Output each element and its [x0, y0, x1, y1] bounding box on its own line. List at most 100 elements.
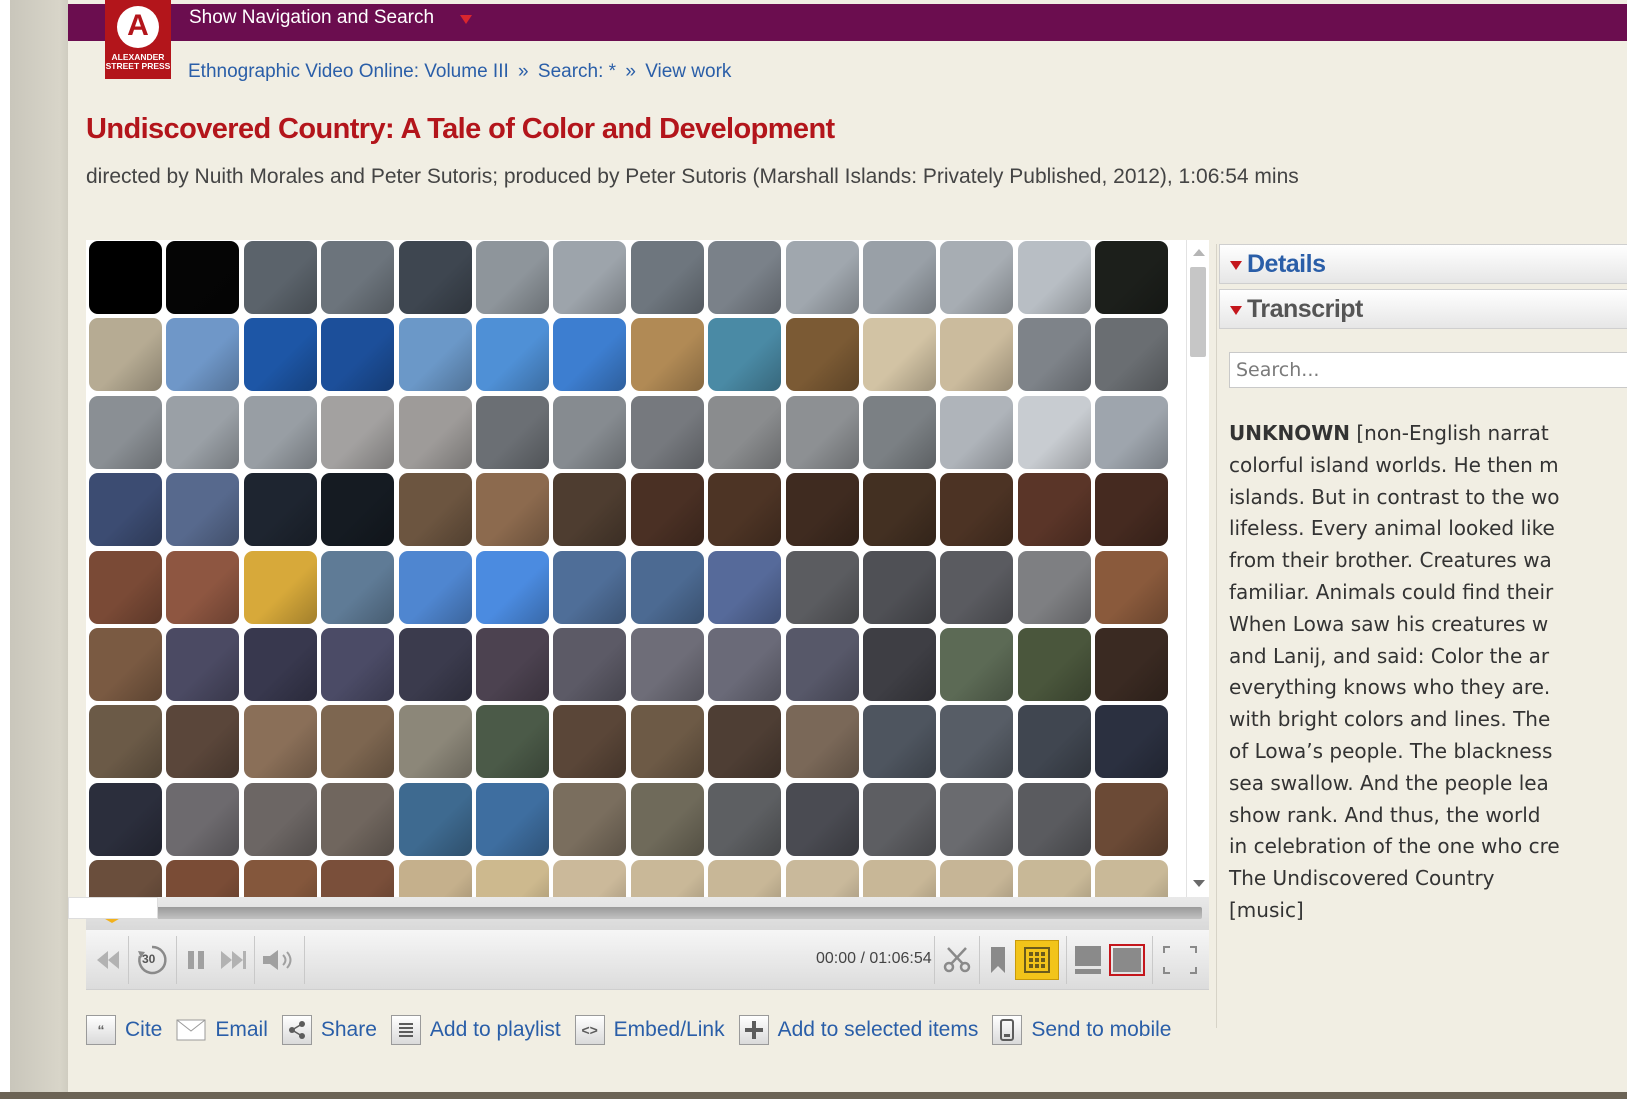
video-frame-thumbnail[interactable] — [708, 318, 782, 392]
transcript-text[interactable]: UNKNOWN [non-English narrat colorful isl… — [1229, 418, 1627, 927]
video-frame-thumbnail[interactable] — [321, 860, 395, 897]
breadcrumb-search-link[interactable]: Search: * — [538, 61, 616, 82]
video-frame-thumbnail[interactable] — [321, 705, 395, 779]
video-frame-thumbnail[interactable] — [475, 395, 549, 469]
video-frame-thumbnail[interactable] — [1017, 782, 1091, 856]
video-frame-thumbnail[interactable] — [166, 860, 240, 897]
timeline-track[interactable] — [112, 907, 1202, 919]
video-frame-thumbnail[interactable] — [940, 241, 1014, 314]
scroll-down-icon[interactable] — [1193, 880, 1205, 887]
video-frame-thumbnail[interactable] — [166, 395, 240, 469]
video-frame-thumbnail[interactable] — [89, 241, 162, 314]
video-frame-thumbnail[interactable] — [166, 782, 240, 856]
video-frame-thumbnail[interactable] — [89, 550, 162, 624]
scroll-up-icon[interactable] — [1193, 249, 1205, 256]
video-frame-thumbnail[interactable] — [630, 860, 704, 897]
video-frame-thumbnail[interactable] — [321, 782, 395, 856]
video-frame-thumbnail[interactable] — [1095, 241, 1169, 314]
video-frame-thumbnail[interactable] — [940, 473, 1014, 547]
video-frame-thumbnail[interactable] — [1017, 241, 1091, 314]
small-player-button[interactable] — [1072, 942, 1104, 978]
rewind-icon[interactable] — [94, 942, 122, 978]
video-frame-thumbnail[interactable] — [1017, 550, 1091, 624]
video-frame-thumbnail[interactable] — [862, 318, 936, 392]
video-frame-thumbnail[interactable] — [785, 318, 859, 392]
video-frame-thumbnail[interactable] — [862, 705, 936, 779]
skip-back-30-button[interactable]: 30 — [132, 942, 172, 978]
video-frame-thumbnail[interactable] — [398, 782, 472, 856]
video-frame-thumbnail[interactable] — [553, 705, 627, 779]
video-frame-thumbnail[interactable] — [630, 550, 704, 624]
video-frame-thumbnail[interactable] — [785, 241, 859, 314]
thumbnail-scrollbar[interactable] — [1186, 240, 1209, 897]
video-frame-thumbnail[interactable] — [321, 395, 395, 469]
video-frame-thumbnail[interactable] — [862, 627, 936, 701]
video-frame-thumbnail[interactable] — [630, 782, 704, 856]
embed-link-button[interactable]: <> Embed/Link — [574, 1015, 725, 1045]
video-frame-thumbnail[interactable] — [1095, 627, 1169, 701]
video-frame-thumbnail[interactable] — [243, 318, 317, 392]
video-frame-thumbnail[interactable] — [553, 318, 627, 392]
video-frame-thumbnail[interactable] — [630, 705, 704, 779]
video-frame-thumbnail[interactable] — [785, 705, 859, 779]
video-frame-thumbnail[interactable] — [398, 627, 472, 701]
video-frame-thumbnail[interactable] — [89, 473, 162, 547]
video-frame-thumbnail[interactable] — [166, 705, 240, 779]
video-frame-thumbnail[interactable] — [630, 473, 704, 547]
video-frame-thumbnail[interactable] — [630, 627, 704, 701]
video-frame-thumbnail[interactable] — [1017, 395, 1091, 469]
video-frame-thumbnail[interactable] — [89, 860, 162, 897]
details-accordion-header[interactable]: Details — [1219, 244, 1627, 284]
video-frame-thumbnail[interactable] — [166, 627, 240, 701]
video-frame-thumbnail[interactable] — [475, 473, 549, 547]
grid-view-button[interactable] — [1015, 940, 1059, 980]
volume-button[interactable] — [258, 942, 300, 978]
video-frame-thumbnail[interactable] — [940, 782, 1014, 856]
video-frame-thumbnail[interactable] — [398, 705, 472, 779]
add-to-selected-items-button[interactable]: Add to selected items — [738, 1015, 978, 1045]
video-frame-thumbnail[interactable] — [940, 318, 1014, 392]
video-frame-thumbnail[interactable] — [321, 241, 395, 314]
video-frame-thumbnail[interactable] — [785, 627, 859, 701]
add-to-playlist-button[interactable]: Add to playlist — [390, 1015, 561, 1045]
transcript-accordion-header[interactable]: Transcript — [1219, 289, 1627, 329]
video-frame-thumbnail[interactable] — [1017, 860, 1091, 897]
video-frame-thumbnail[interactable] — [630, 318, 704, 392]
video-frame-thumbnail[interactable] — [398, 860, 472, 897]
video-frame-thumbnail[interactable] — [940, 627, 1014, 701]
show-navigation-toggle[interactable]: Show Navigation and Search — [189, 7, 434, 29]
large-player-button[interactable] — [1107, 942, 1147, 978]
video-frame-thumbnail[interactable] — [1017, 318, 1091, 392]
video-frame-thumbnail[interactable] — [1095, 782, 1169, 856]
video-frame-thumbnail[interactable] — [708, 395, 782, 469]
clip-button[interactable] — [939, 942, 975, 978]
video-frame-thumbnail[interactable] — [398, 318, 472, 392]
video-frame-thumbnail[interactable] — [166, 550, 240, 624]
video-frame-thumbnail[interactable] — [1017, 473, 1091, 547]
video-frame-thumbnail[interactable] — [630, 241, 704, 314]
video-frame-thumbnail[interactable] — [321, 627, 395, 701]
video-frame-thumbnail[interactable] — [708, 860, 782, 897]
video-frame-thumbnail[interactable] — [243, 473, 317, 547]
video-frame-thumbnail[interactable] — [398, 473, 472, 547]
video-frame-thumbnail[interactable] — [553, 395, 627, 469]
video-frame-thumbnail[interactable] — [785, 782, 859, 856]
video-frame-thumbnail[interactable] — [785, 395, 859, 469]
video-frame-thumbnail[interactable] — [785, 550, 859, 624]
video-frame-thumbnail[interactable] — [862, 473, 936, 547]
video-frame-thumbnail[interactable] — [243, 860, 317, 897]
video-frame-thumbnail[interactable] — [862, 395, 936, 469]
video-frame-thumbnail[interactable] — [321, 550, 395, 624]
video-frame-thumbnail[interactable] — [398, 550, 472, 624]
video-frame-thumbnail[interactable] — [940, 860, 1014, 897]
video-frame-thumbnail[interactable] — [89, 318, 162, 392]
fast-forward-button[interactable] — [216, 942, 250, 978]
video-frame-thumbnail[interactable] — [862, 860, 936, 897]
video-frame-thumbnail[interactable] — [1095, 705, 1169, 779]
video-frame-thumbnail[interactable] — [166, 318, 240, 392]
video-frame-thumbnail[interactable] — [1095, 860, 1169, 897]
video-frame-thumbnail[interactable] — [89, 395, 162, 469]
video-frame-thumbnail[interactable] — [1095, 395, 1169, 469]
video-frame-thumbnail[interactable] — [1017, 627, 1091, 701]
video-frame-thumbnail[interactable] — [475, 241, 549, 314]
